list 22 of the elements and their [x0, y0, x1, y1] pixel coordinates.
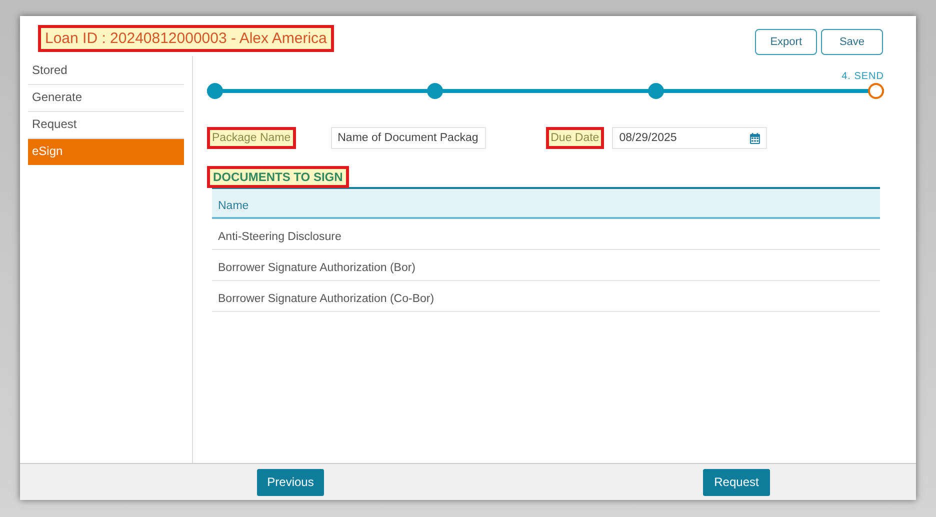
- calendar-icon[interactable]: [750, 132, 760, 144]
- step-label: 4. SEND: [842, 71, 884, 82]
- header-button[interactable]: Save: [821, 29, 883, 55]
- table-cell: Borrower Signature Authorization (Co-Bor): [218, 293, 434, 305]
- step-dot[interactable]: [427, 83, 444, 99]
- section-title: DOCUMENTS TO SIGN: [207, 166, 349, 188]
- sidebar-item[interactable]: Stored: [28, 58, 184, 85]
- field-label: Due Date: [546, 127, 604, 149]
- due-date-field[interactable]: 08/29/2025: [612, 127, 768, 149]
- loan-title: Loan ID : 20240812000003 - Alex America: [38, 24, 334, 52]
- header-button[interactable]: Export: [755, 29, 817, 55]
- step-dot[interactable]: [648, 83, 664, 99]
- field-label: Package Name: [207, 127, 296, 149]
- previous-button[interactable]: Previous: [257, 468, 324, 496]
- step-dot[interactable]: [207, 83, 223, 99]
- step-dot[interactable]: [868, 83, 884, 99]
- column-header: Name: [218, 200, 249, 212]
- table-cell: Anti-Steering Disclosure: [218, 231, 342, 243]
- table-cell: Borrower Signature Authorization (Bor): [218, 262, 416, 274]
- request-button[interactable]: Request: [703, 468, 770, 496]
- sidebar-item[interactable]: Generate: [28, 85, 184, 112]
- package-name-field[interactable]: Name of Document Packag: [330, 127, 486, 149]
